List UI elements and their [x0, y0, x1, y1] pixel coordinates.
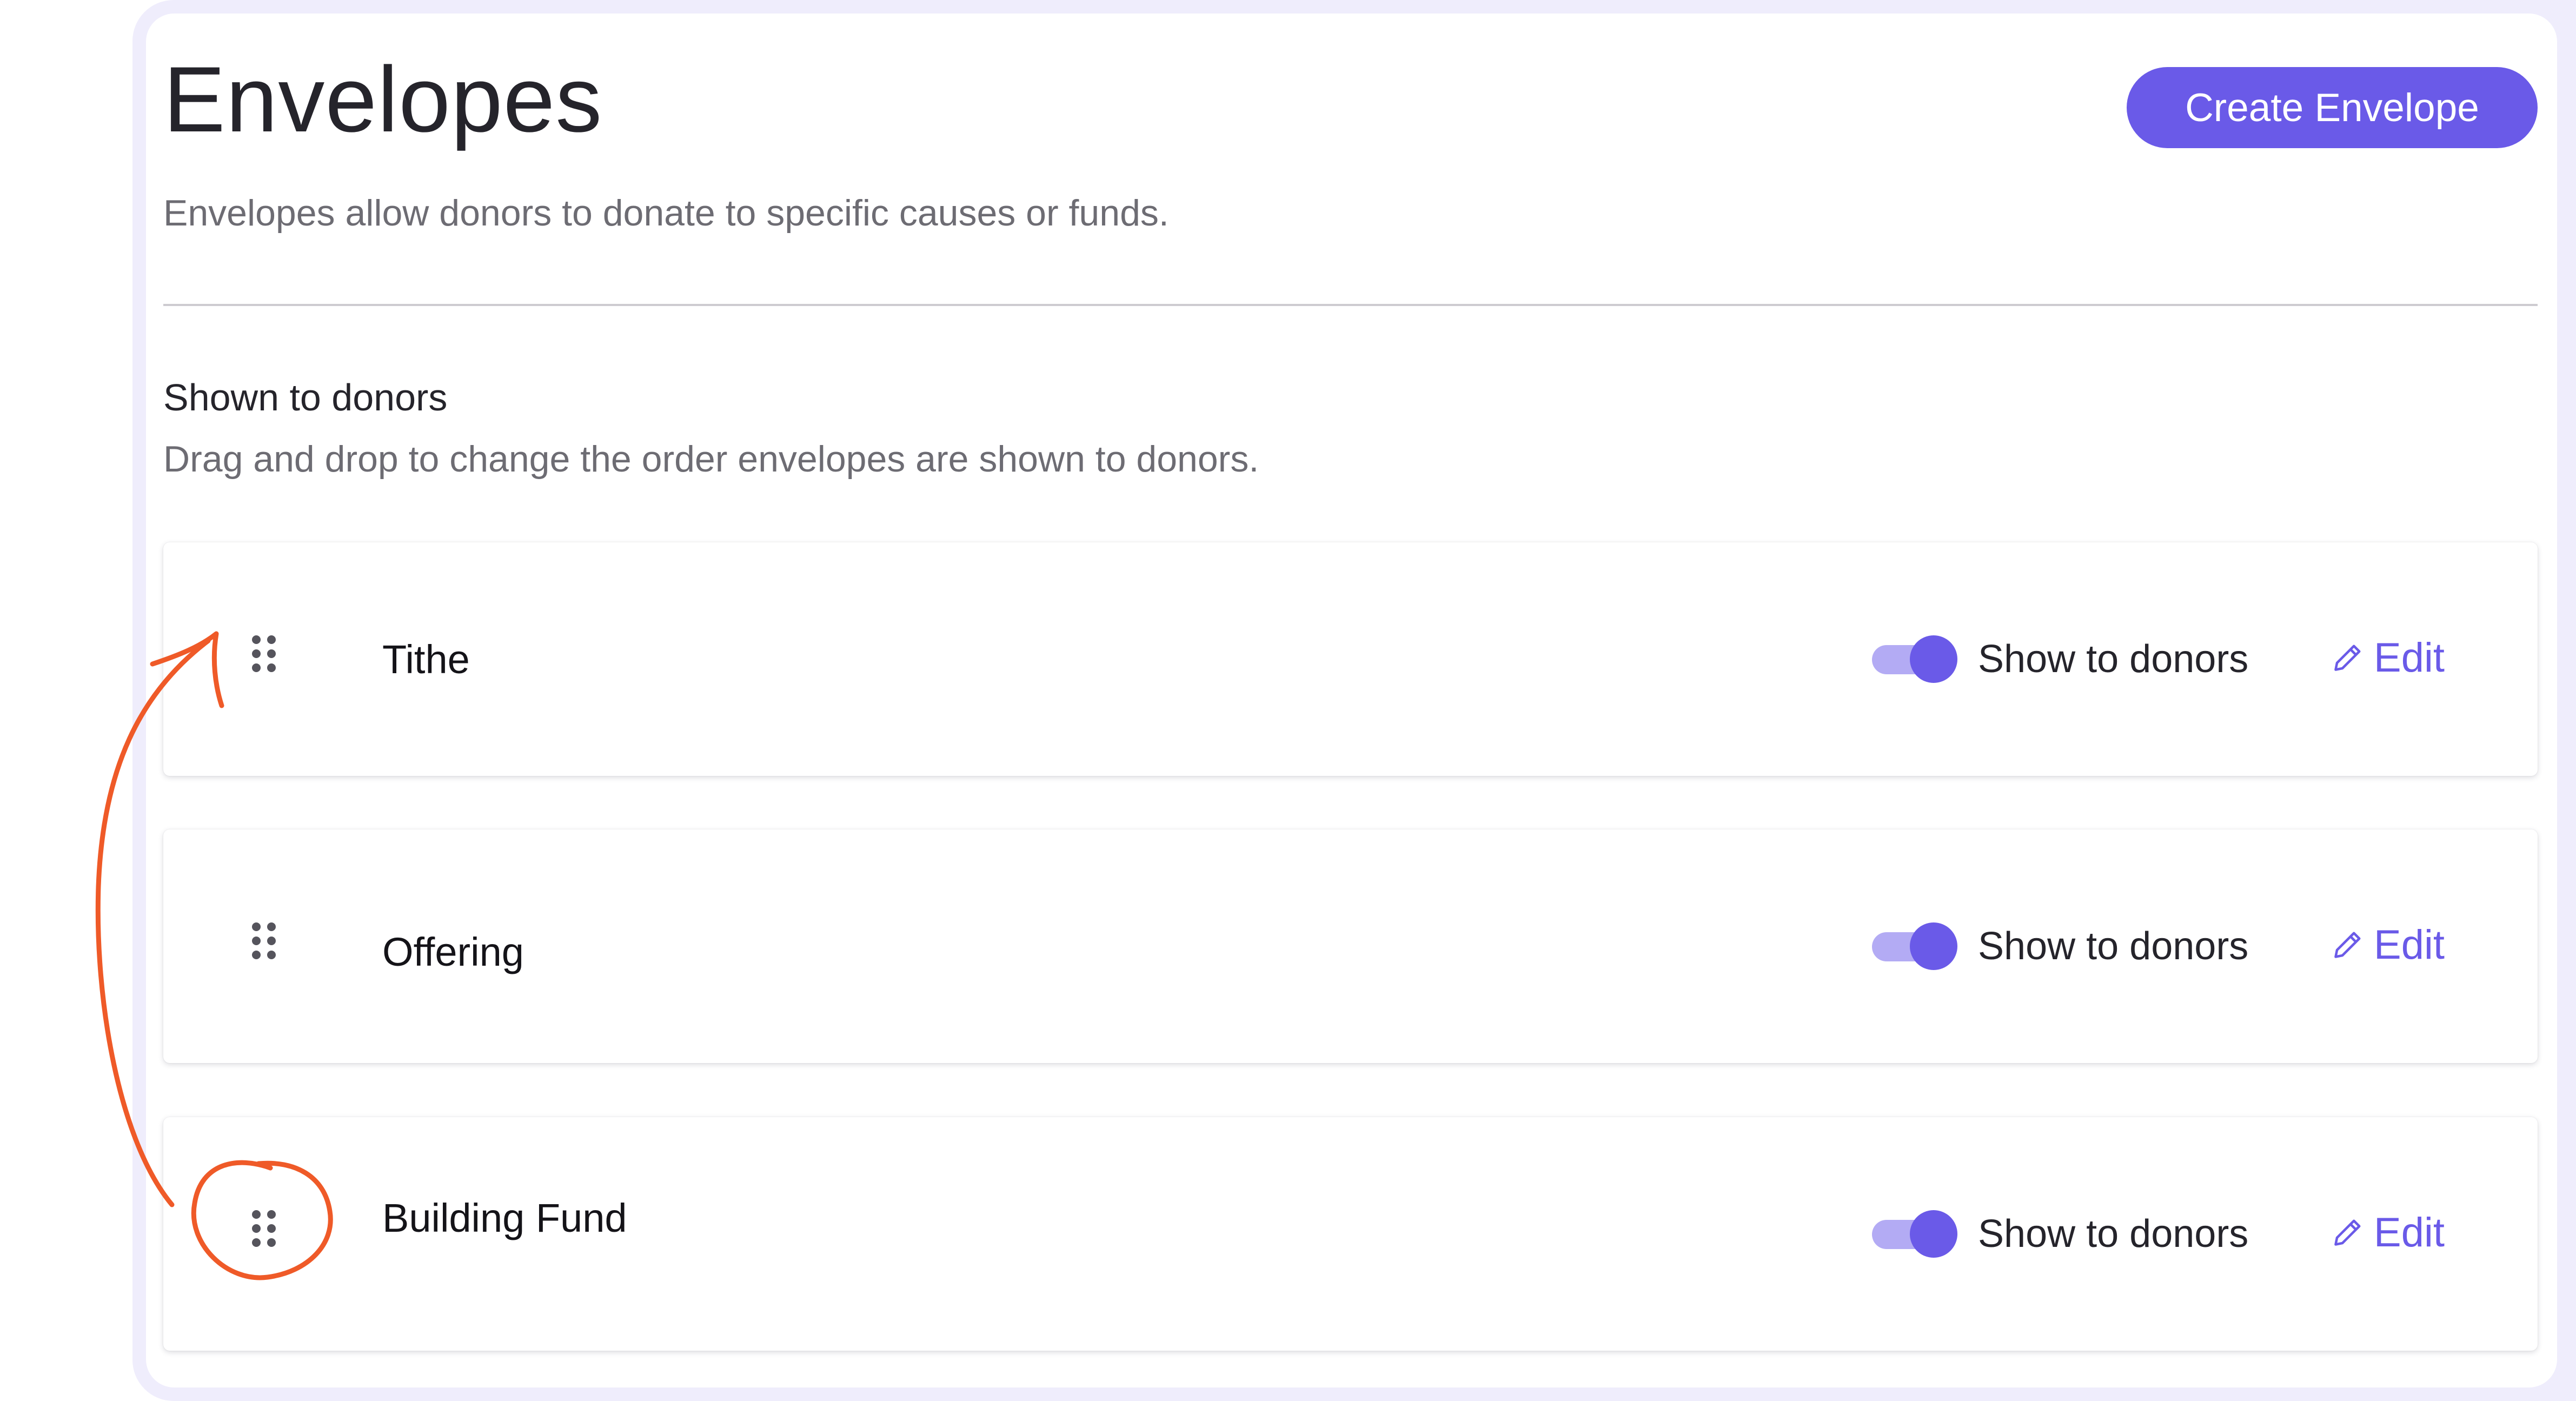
- drag-handle-icon[interactable]: [251, 634, 277, 673]
- edit-label: Edit: [2374, 634, 2445, 681]
- toggle-label: Show to donors: [1978, 1212, 2249, 1256]
- divider: [163, 304, 2538, 306]
- edit-link[interactable]: Edit: [2332, 920, 2445, 969]
- envelope-card-offering: Offering Show to donors Edit: [163, 829, 2538, 1063]
- edit-link[interactable]: Edit: [2332, 633, 2445, 682]
- envelope-card-building-fund: Building Fund Show to donors Edit: [163, 1117, 2538, 1351]
- show-to-donors-toggle[interactable]: [1872, 1208, 1958, 1258]
- page-description: Envelopes allow donors to donate to spec…: [163, 192, 1169, 234]
- pencil-icon: [2334, 932, 2361, 958]
- page-title: Envelopes: [163, 48, 603, 151]
- toggle-knob: [1910, 1210, 1957, 1258]
- toggle-label: Show to donors: [1978, 925, 2249, 968]
- envelopes-screen: Envelopes Create Envelope Envelopes allo…: [0, 0, 2576, 1401]
- toggle-label: Show to donors: [1978, 638, 2249, 681]
- section-description: Drag and drop to change the order envelo…: [163, 439, 1259, 480]
- create-envelope-button[interactable]: Create Envelope: [2127, 67, 2538, 148]
- envelope-name: Offering: [382, 929, 524, 974]
- edit-label: Edit: [2374, 921, 2445, 968]
- toggle-knob: [1910, 922, 1957, 970]
- show-to-donors-toggle[interactable]: [1872, 920, 1958, 970]
- edit-link[interactable]: Edit: [2332, 1208, 2445, 1257]
- envelope-name: Tithe: [382, 637, 470, 682]
- toggle-knob: [1910, 635, 1957, 683]
- envelope-name: Building Fund: [382, 1196, 627, 1240]
- show-to-donors-toggle[interactable]: [1872, 633, 1958, 683]
- section-title: Shown to donors: [163, 376, 448, 419]
- drag-handle-icon[interactable]: [251, 921, 277, 960]
- pencil-icon: [2334, 645, 2361, 671]
- pencil-icon: [2334, 1219, 2361, 1246]
- envelope-card-tithe: Tithe Show to donors Edit: [163, 542, 2538, 776]
- edit-label: Edit: [2374, 1209, 2445, 1256]
- drag-handle-icon[interactable]: [251, 1209, 277, 1248]
